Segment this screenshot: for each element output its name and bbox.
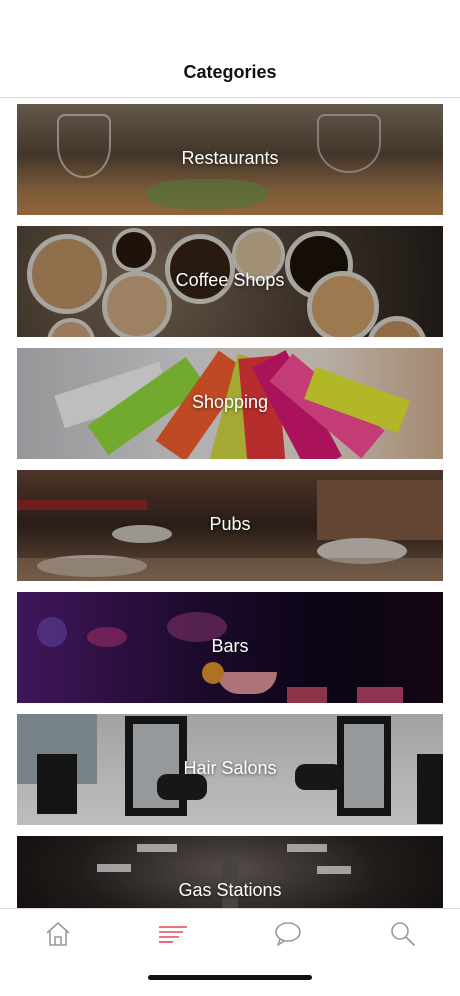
- navigation-bar: Categories: [0, 0, 460, 98]
- category-card-restaurants[interactable]: Restaurants: [17, 104, 443, 215]
- category-label: Coffee Shops: [175, 270, 285, 290]
- category-card-coffee-shops[interactable]: Coffee Shops: [17, 226, 443, 337]
- category-label: Pubs: [209, 514, 251, 534]
- tab-home[interactable]: [38, 919, 78, 953]
- category-label: Hair Salons: [183, 758, 277, 778]
- category-card-hair-salons[interactable]: Hair Salons: [17, 714, 443, 825]
- category-card-pubs[interactable]: Pubs: [17, 470, 443, 581]
- tab-search[interactable]: [383, 919, 423, 953]
- category-card-bars[interactable]: Bars: [17, 592, 443, 703]
- chat-bubble-icon: [273, 920, 303, 953]
- tab-categories[interactable]: [153, 919, 193, 953]
- category-label: Gas Stations: [178, 880, 282, 900]
- home-indicator: [148, 975, 312, 980]
- category-card-gas-stations[interactable]: Gas Stations: [17, 836, 443, 908]
- page-title: Categories: [183, 62, 277, 82]
- category-card-shopping[interactable]: Shopping: [17, 348, 443, 459]
- tab-bar: [0, 908, 460, 996]
- category-list[interactable]: Restaurants Coffee Shops Shopping Pubs B…: [0, 98, 460, 908]
- list-icon: [157, 923, 189, 950]
- category-label: Restaurants: [181, 148, 279, 168]
- category-label: Shopping: [191, 392, 269, 412]
- home-icon: [44, 920, 72, 953]
- tab-messages[interactable]: [268, 919, 308, 953]
- category-label: Bars: [211, 636, 249, 656]
- search-icon: [389, 920, 417, 953]
- app-screen: Categories Restaurants Coffee Shops Shop…: [0, 0, 460, 996]
